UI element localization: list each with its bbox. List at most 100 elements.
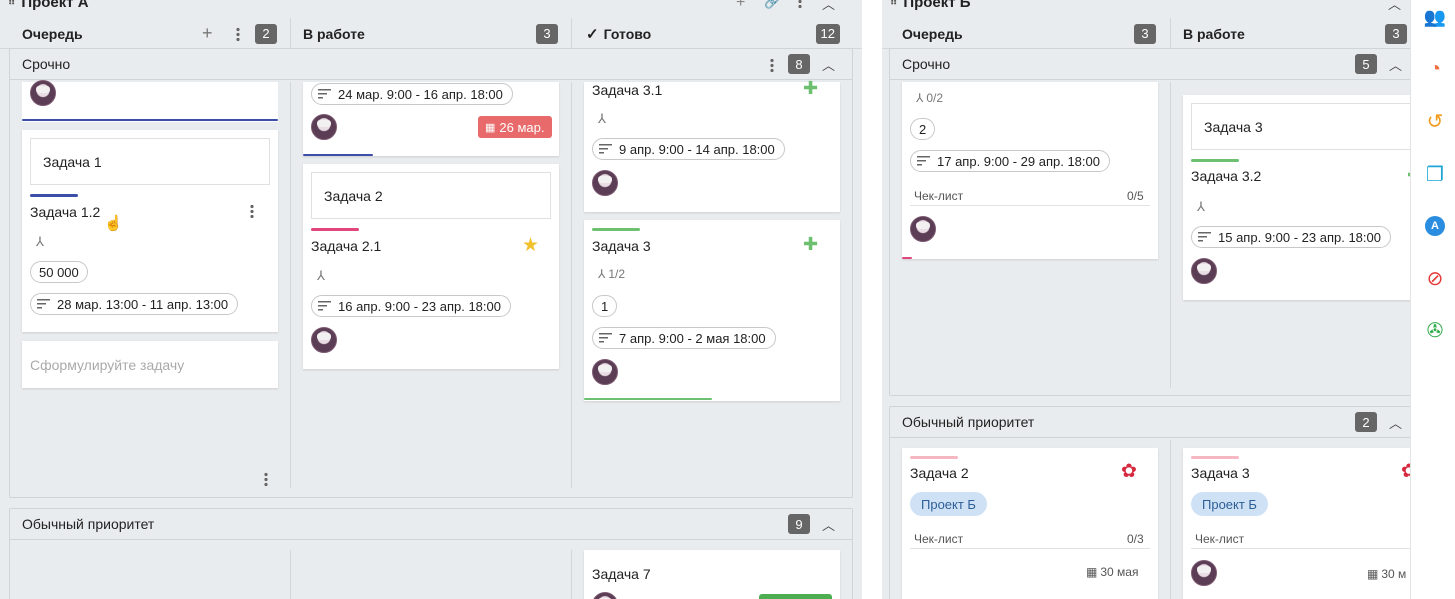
board-menu-icon[interactable]	[798, 0, 802, 8]
drag-handle-icon[interactable]: ⠿	[8, 0, 15, 8]
date-range-chip[interactable]: 15 апр. 9:00 - 23 апр. 18:00	[1191, 226, 1391, 248]
checklist-label: Чек-лист	[1195, 532, 1245, 546]
task-title[interactable]: Задача 1.2	[30, 204, 100, 220]
swimlane-header[interactable]: Обычный приоритет 2 ︿	[890, 407, 1410, 438]
column-header-queue: Очередь 3	[902, 18, 1158, 49]
collapse-icon[interactable]: ︿	[1389, 55, 1402, 74]
swimlane-title: Обычный приоритет	[22, 516, 155, 532]
date-range-chip[interactable]: 7 апр. 9:00 - 2 мая 18:00	[592, 327, 776, 349]
task-card[interactable]: 24 мар. 9:00 - 16 апр. 18:00 ▦ 26 мар.	[303, 82, 559, 156]
task-title[interactable]: Задача 7	[592, 566, 651, 582]
add-icon[interactable]: +	[736, 0, 745, 12]
task-title[interactable]: Задача 3.2	[1191, 168, 1261, 184]
collapse-board-icon[interactable]: ︿	[1388, 0, 1401, 13]
priority-bar	[910, 456, 958, 459]
count-badge: 5	[1355, 54, 1377, 74]
task-card[interactable]: Задача 2 ✿ Проект Б Чек-лист 0/3 ▦ 30 мая	[902, 448, 1158, 599]
number-chip[interactable]: 2	[910, 118, 936, 140]
avatar[interactable]	[592, 170, 618, 196]
subtasks-count: ⅄ 1/2	[598, 267, 626, 281]
history-icon[interactable]: ↺	[1424, 110, 1446, 133]
avatar[interactable]	[1191, 560, 1217, 586]
avatar[interactable]	[30, 80, 56, 106]
avatar[interactable]	[910, 216, 936, 242]
users-icon[interactable]: 👥	[1424, 6, 1446, 28]
task-card[interactable]: Задача 7	[584, 550, 840, 599]
board-gap	[862, 0, 882, 599]
task-card[interactable]: Задача 3 Задача 3.2 ✚ ⅄ 15 апр. 9:00 - 2…	[1183, 95, 1410, 300]
date-range-chip[interactable]: 17 апр. 9:00 - 29 апр. 18:00	[910, 150, 1110, 172]
project-tag[interactable]: Проект Б	[910, 492, 987, 516]
swimlane-menu-icon[interactable]	[770, 58, 774, 72]
date-range: 17 апр. 9:00 - 29 апр. 18:00	[937, 153, 1100, 169]
amount-chip[interactable]: 50 000	[30, 261, 88, 283]
date-range-chip[interactable]: 28 мар. 13:00 - 11 апр. 13:00	[30, 293, 239, 315]
avatar[interactable]	[592, 592, 618, 599]
task-description[interactable]: Задача 1	[30, 138, 270, 185]
task-card[interactable]: Задача 1 Задача 1.2 ☝ ⅄ 50 000 28 мар. 1…	[22, 130, 278, 332]
column-menu-icon[interactable]	[236, 27, 240, 41]
progress-bar	[902, 257, 912, 259]
drag-handle-icon[interactable]: ⠿	[890, 0, 897, 8]
subtasks-icon: ⅄	[36, 234, 44, 249]
swimlane-header[interactable]: Срочно 8 ︿	[10, 49, 852, 80]
divider	[1170, 440, 1171, 599]
star-icon[interactable]: ★	[522, 234, 539, 257]
avatar[interactable]	[311, 327, 337, 353]
task-card[interactable]: Задача 3 ✚ ⅄ 1/2 1 7 апр. 9:00 - 2 мая 18…	[584, 220, 840, 401]
project-a-header: ⠿ Проект А	[8, 0, 89, 11]
new-task-input[interactable]: Сформулируйте задачу	[22, 341, 278, 388]
copy-icon[interactable]: ❐	[1424, 163, 1446, 186]
count-badge: 2	[1355, 412, 1377, 432]
column-title: Очередь	[902, 25, 963, 42]
task-title[interactable]: Задача 2.1	[311, 238, 381, 254]
avatar[interactable]	[311, 114, 337, 140]
due-date-badge[interactable]: ▦ 26 мар.	[478, 116, 552, 138]
task-title[interactable]: Задача 2	[910, 465, 969, 481]
checklist-label: Чек-лист	[914, 189, 964, 203]
swimlane-header[interactable]: Срочно 5 ︿	[890, 49, 1410, 80]
collapse-board-icon[interactable]: ︿	[822, 0, 835, 13]
date-range-chip[interactable]: 9 апр. 9:00 - 14 апр. 18:00	[592, 138, 785, 160]
task-card[interactable]: Задача 2 Задача 2.1 ★ ⅄ 16 апр. 9:00 - 2…	[303, 164, 559, 369]
swimlane-header[interactable]: Обычный приоритет 9 ︿	[10, 509, 852, 540]
collapse-icon[interactable]: ︿	[1389, 413, 1402, 432]
task-title[interactable]: Задача 3.1	[592, 82, 662, 98]
link-icon[interactable]: 🔗	[764, 0, 780, 10]
avatar[interactable]	[592, 359, 618, 385]
block-icon[interactable]: ⊘	[1424, 267, 1446, 290]
card-menu-icon[interactable]	[250, 204, 254, 218]
column-menu-icon[interactable]	[264, 472, 268, 486]
due-date: ▦ 30 мая	[1086, 565, 1139, 579]
badge-a-shape: A	[1425, 216, 1445, 236]
task-card[interactable]: Задача 3.1 ✚ ⅄ 9 апр. 9:00 - 14 апр. 18:…	[584, 78, 840, 212]
collapse-icon[interactable]: ︿	[822, 515, 835, 534]
task-card[interactable]	[22, 80, 278, 122]
task-card[interactable]: Задача 3 ✿ Проект Б Чек-лист ▦ 30 м	[1183, 448, 1410, 599]
date-range-chip[interactable]: 24 мар. 9:00 - 16 апр. 18:00	[311, 83, 513, 105]
task-description[interactable]: Задача 3	[1191, 103, 1410, 150]
count-badge: 3	[1385, 23, 1407, 44]
divider	[290, 82, 291, 488]
project-b-title: Проект Б	[903, 0, 971, 11]
task-title[interactable]: Задача 3	[1191, 465, 1250, 481]
project-tag[interactable]: Проект Б	[1191, 492, 1268, 516]
column-header-queue: Очередь + 2	[22, 18, 278, 49]
timer-icon[interactable]: ◔	[1424, 58, 1446, 80]
column-title: Очередь	[22, 25, 83, 42]
task-card[interactable]: ⅄ 0/2 2 17 апр. 9:00 - 29 апр. 18:00 Чек-…	[902, 82, 1158, 259]
divider	[290, 550, 291, 599]
badge-a-icon[interactable]: A	[1424, 215, 1446, 237]
aperture-icon[interactable]: ✇	[1424, 319, 1446, 342]
task-title[interactable]: Задача 3	[592, 238, 651, 254]
date-range-chip[interactable]: 16 апр. 9:00 - 23 апр. 18:00	[311, 295, 511, 317]
checklist-progress	[910, 205, 1150, 206]
avatar[interactable]	[1191, 258, 1217, 284]
collapse-icon[interactable]: ︿	[822, 55, 835, 74]
number-chip[interactable]: 1	[592, 295, 618, 317]
divider	[571, 18, 572, 49]
checklist-progress	[1191, 548, 1410, 549]
task-description[interactable]: Задача 2	[311, 172, 551, 219]
description-icon	[917, 156, 931, 166]
add-task-icon[interactable]: +	[202, 23, 213, 44]
